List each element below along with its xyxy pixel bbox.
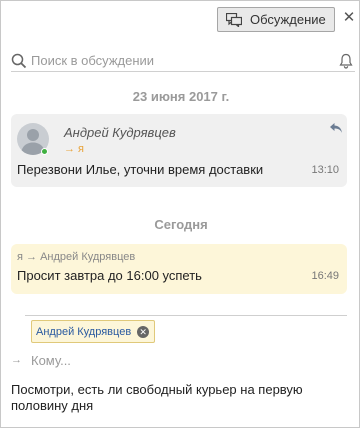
message-text: Просит завтра до 16:00 успеть bbox=[17, 268, 202, 283]
to-row: → bbox=[11, 351, 341, 369]
close-icon[interactable]: ✕ bbox=[342, 9, 356, 27]
discussion-button[interactable]: Обсуждение bbox=[217, 7, 335, 32]
compose-divider bbox=[25, 315, 347, 316]
date-separator: 23 июня 2017 г. bbox=[132, 89, 230, 104]
search-input[interactable] bbox=[31, 53, 339, 68]
recipient-chip[interactable]: Андрей Кудрявцев ✕ bbox=[31, 320, 156, 343]
incoming-message: Андрей Кудрявцев → я Перезвони Илье, уто… bbox=[11, 114, 347, 187]
message-route: я → Андрей Кудрявцев bbox=[17, 251, 136, 263]
discussion-panel: Обсуждение ✕ 23 июня 2017 г. Андрей Кудр… bbox=[0, 0, 360, 428]
message-recipient: → я bbox=[64, 143, 85, 155]
message-time: 13:10 bbox=[311, 164, 339, 176]
arrow-right-icon: → bbox=[11, 354, 22, 366]
compose-text[interactable]: Посмотри, есть ли свободный курьер на пе… bbox=[11, 382, 341, 414]
recipient-chip-label: Андрей Кудрявцев bbox=[36, 325, 132, 338]
search-bar bbox=[11, 50, 355, 72]
discussion-icon bbox=[226, 12, 242, 27]
bell-icon[interactable] bbox=[339, 53, 353, 69]
search-icon[interactable] bbox=[11, 53, 27, 69]
message-text: Перезвони Илье, уточни время доставки bbox=[17, 162, 264, 177]
discussion-button-label: Обсуждение bbox=[250, 12, 326, 27]
to-input[interactable] bbox=[31, 352, 341, 368]
date-separator: Сегодня bbox=[154, 217, 208, 232]
message-time: 16:49 bbox=[311, 270, 339, 282]
outgoing-message: я → Андрей Кудрявцев Просит завтра до 16… bbox=[11, 244, 347, 294]
online-status-dot bbox=[41, 148, 48, 155]
reply-icon[interactable] bbox=[329, 122, 343, 134]
message-author[interactable]: Андрей Кудрявцев bbox=[64, 125, 176, 140]
remove-recipient-icon[interactable]: ✕ bbox=[137, 325, 150, 338]
